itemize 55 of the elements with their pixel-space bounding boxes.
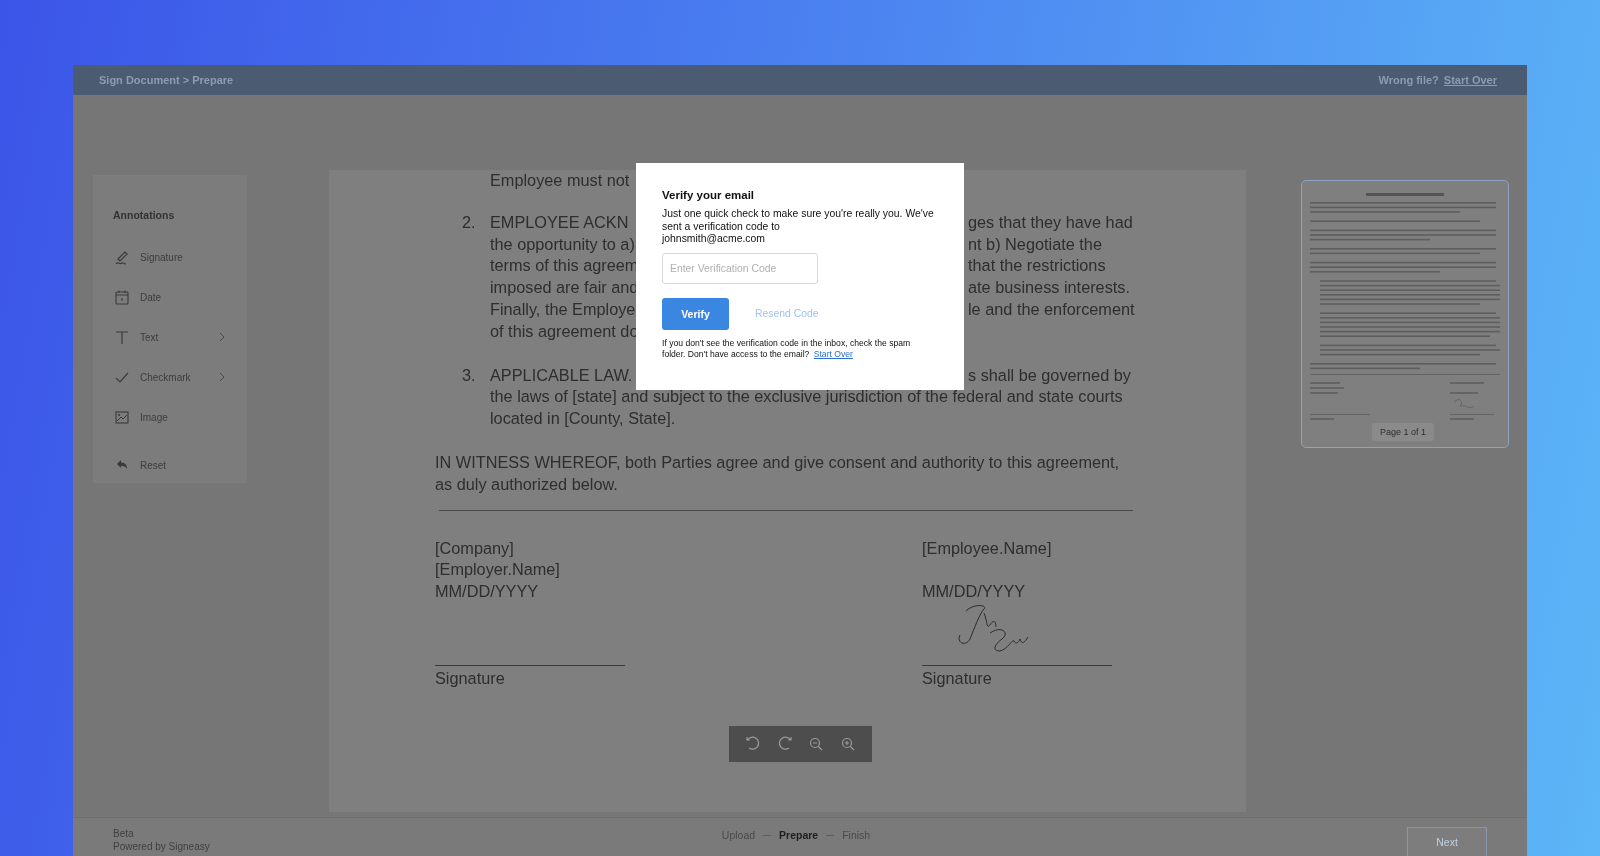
- document-text: Finally, the Employe: [490, 300, 636, 318]
- rotate-left-icon[interactable]: [744, 736, 761, 752]
- help-text: If you don't see the verification code in the inbox, check the spam folder. Don't have access to the email? Start Over: [662, 337, 912, 360]
- text-icon: [114, 329, 130, 345]
- beta-label: Beta: [113, 827, 135, 840]
- document-text: EMPLOYEE ACKN: [490, 212, 629, 231]
- document-text: s shall be governed by: [968, 364, 1131, 386]
- annotation-tool[interactable]: Signature: [93, 237, 247, 277]
- document-text: Employee must not: [490, 170, 630, 191]
- list-number: 3.: [462, 365, 476, 384]
- reset-button[interactable]: Reset: [93, 445, 247, 485]
- dialog-title: Verify your email: [662, 189, 756, 201]
- annotation-tool[interactable]: Date: [93, 277, 247, 317]
- document-text: APPLICABLE LAW.: [490, 365, 633, 384]
- document-text: terms of this agreem: [490, 256, 639, 275]
- document-text: the opportunity to a): [490, 234, 635, 253]
- annotation-tool[interactable]: Text: [93, 317, 247, 357]
- document-text: the laws of [state] and subject to the exclusive jurisdiction of the federal and state courts: [490, 386, 1123, 408]
- page-thumbnail[interactable]: Page 1 of 1: [1301, 180, 1509, 448]
- page-number-label: Page 1 of 1: [1372, 423, 1435, 441]
- next-button[interactable]: Next: [1407, 827, 1487, 856]
- verify-button[interactable]: Verify: [662, 297, 729, 330]
- start-over-link[interactable]: Start Over: [813, 348, 853, 359]
- document-text: that the restrictions: [968, 255, 1106, 277]
- party-text: [Employee.Name]: [922, 537, 1053, 559]
- breadcrumb: Sign Document > Prepare: [99, 74, 234, 86]
- calendar-icon: [114, 289, 130, 305]
- date-text: MM/DD/YYYY: [922, 581, 1027, 603]
- image-icon: [114, 409, 130, 425]
- rotate-right-icon[interactable]: [776, 736, 793, 752]
- email-address: johnsmith@acme.com: [662, 233, 766, 246]
- signature-label: Signature: [435, 667, 506, 689]
- signature-pen-icon: [114, 249, 130, 265]
- verification-code-field[interactable]: Enter Verification Code: [662, 252, 818, 284]
- step-label: Prepare: [779, 829, 819, 841]
- signature-label: Signature: [922, 667, 993, 689]
- annotation-tool[interactable]: Checkmark: [93, 357, 247, 397]
- zoom-in-icon[interactable]: [840, 736, 857, 752]
- resend-code-link[interactable]: Resend Code: [755, 308, 819, 319]
- list-number: 2.: [462, 212, 476, 231]
- date-text: MM/DD/YYYY: [435, 581, 540, 603]
- start-over-link[interactable]: Start Over: [1443, 74, 1497, 86]
- annotation-tool[interactable]: Image: [93, 397, 247, 437]
- document-text: le and the enforcement: [968, 299, 1135, 320]
- document-paragraph: IN WITNESS WHEREOF, both Parties agree and give consent and authority to this agreement, as duly authorized below.: [435, 451, 1121, 495]
- document-text: nt b) Negotiate the: [968, 233, 1102, 255]
- wrong-file-label: Wrong file?: [1378, 74, 1439, 86]
- zoom-out-icon[interactable]: [808, 736, 825, 752]
- powered-by-text: Powered by Signeasy: [113, 840, 211, 853]
- panel-title: Annotations: [112, 209, 176, 221]
- party-text: [Company]: [435, 537, 515, 559]
- party-text: [Employer.Name]: [435, 559, 561, 581]
- document-text: ate business interests.: [968, 277, 1130, 299]
- document-text: ges that they have had: [968, 211, 1133, 233]
- document-text: located in [County, State].: [490, 408, 676, 430]
